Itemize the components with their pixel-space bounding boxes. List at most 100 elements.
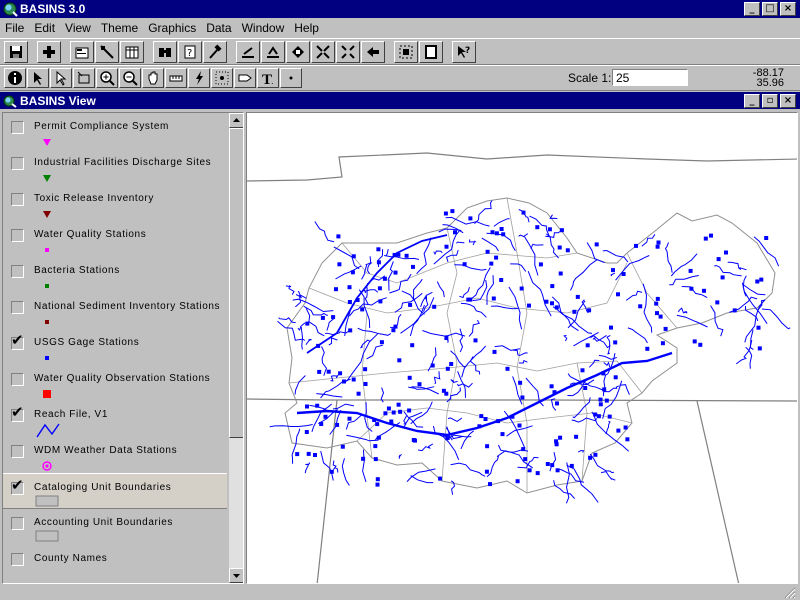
edit-legend-icon[interactable] <box>95 40 119 63</box>
gage-station-point[interactable] <box>485 444 490 449</box>
gage-station-point[interactable] <box>545 462 550 466</box>
gage-station-point[interactable] <box>377 286 382 291</box>
gage-station-point[interactable] <box>655 244 660 249</box>
text-tool-icon[interactable]: T. <box>257 68 279 88</box>
menu-edit[interactable]: Edit <box>29 21 60 35</box>
zoom-in-icon[interactable] <box>311 40 335 63</box>
toc-theme-item[interactable]: County Names <box>3 545 227 581</box>
gage-station-point[interactable] <box>550 301 554 306</box>
gage-station-point[interactable] <box>373 444 378 449</box>
gage-station-point[interactable] <box>342 379 346 384</box>
toc-theme-item[interactable]: Water Quality Observation Stations <box>3 365 227 401</box>
gage-station-point[interactable] <box>338 371 343 376</box>
gage-station-point[interactable] <box>444 244 449 249</box>
gage-station-point[interactable] <box>604 398 609 403</box>
gage-station-point[interactable] <box>510 414 515 419</box>
gage-station-point[interactable] <box>396 252 401 257</box>
hotlink-icon[interactable] <box>188 68 210 88</box>
gage-station-point[interactable] <box>306 451 311 456</box>
gage-station-point[interactable] <box>764 236 769 240</box>
gage-station-point[interactable] <box>538 262 543 267</box>
gage-station-point[interactable] <box>337 262 342 267</box>
theme-visibility-checkbox[interactable] <box>11 517 24 530</box>
gage-station-point[interactable] <box>552 390 557 395</box>
gage-station-point[interactable] <box>411 438 416 442</box>
theme-visibility-checkbox[interactable] <box>11 193 24 206</box>
theme-visibility-checkbox[interactable]: ✔ <box>11 405 24 422</box>
gage-station-point[interactable] <box>376 435 381 440</box>
theme-visibility-checkbox[interactable] <box>11 373 24 386</box>
gage-station-point[interactable] <box>494 231 499 236</box>
gage-station-point[interactable] <box>450 209 455 214</box>
gage-station-point[interactable] <box>535 225 540 230</box>
gage-station-point[interactable] <box>515 479 520 484</box>
gage-station-point[interactable] <box>655 311 659 316</box>
zoom-out-icon[interactable] <box>336 40 360 63</box>
area-of-interest-icon[interactable] <box>211 68 233 88</box>
gage-station-point[interactable] <box>445 366 450 371</box>
gage-station-point[interactable] <box>389 419 394 424</box>
scale-input[interactable] <box>612 69 688 86</box>
gage-station-point[interactable] <box>485 249 490 254</box>
gage-station-point[interactable] <box>441 388 446 393</box>
view-close-button[interactable]: × <box>780 93 796 108</box>
view-titlebar[interactable]: BASINS View _ ▫ × <box>0 92 800 109</box>
query-builder-icon[interactable]: ? <box>178 40 202 63</box>
gage-station-point[interactable] <box>443 211 448 216</box>
gage-station-point[interactable] <box>554 305 559 310</box>
toc-theme-item[interactable]: ✔ Cataloging Unit Boundaries <box>3 473 227 509</box>
toc-theme-item[interactable]: Permit Compliance System <box>3 113 227 149</box>
gage-station-point[interactable] <box>580 368 585 373</box>
app-titlebar[interactable]: BASINS 3.0 _ □ × <box>0 0 800 18</box>
gage-station-point[interactable] <box>393 270 398 275</box>
gage-station-point[interactable] <box>417 382 422 387</box>
gage-station-point[interactable] <box>430 363 435 368</box>
gage-station-point[interactable] <box>535 471 540 476</box>
gage-station-point[interactable] <box>549 384 554 389</box>
gage-station-point[interactable] <box>518 380 523 385</box>
toc-theme-item[interactable]: Industrial Facilities Discharge Sites <box>3 149 227 185</box>
zoom-out-tool-icon[interactable] <box>119 68 141 88</box>
toc-theme-item[interactable]: Bacteria Stations <box>3 257 227 293</box>
theme-properties-icon[interactable] <box>70 40 94 63</box>
menu-data[interactable]: Data <box>201 21 236 35</box>
theme-visibility-checkbox[interactable] <box>11 265 24 278</box>
gage-station-point[interactable] <box>611 268 615 273</box>
gage-station-point[interactable] <box>703 236 708 241</box>
map-canvas[interactable] <box>247 113 798 584</box>
gage-station-point[interactable] <box>473 338 478 343</box>
gage-station-point[interactable] <box>505 366 510 371</box>
label-icon[interactable] <box>234 68 256 88</box>
gage-station-point[interactable] <box>724 250 728 255</box>
gage-station-point[interactable] <box>527 303 531 308</box>
open-table-icon[interactable] <box>120 40 144 63</box>
gage-station-point[interactable] <box>598 402 603 407</box>
theme-visibility-checkbox[interactable] <box>11 553 24 566</box>
gage-station-point[interactable] <box>438 476 443 481</box>
gage-station-point[interactable] <box>492 349 497 354</box>
help-pointer-icon[interactable]: ? <box>452 40 476 63</box>
toc-theme-item[interactable]: Toxic Release Inventory <box>3 185 227 221</box>
view-restore-button[interactable]: ▫ <box>762 93 778 108</box>
map-display[interactable] <box>246 112 798 584</box>
theme-visibility-checkbox[interactable] <box>11 121 24 134</box>
gage-station-point[interactable] <box>372 418 377 422</box>
gage-station-point[interactable] <box>660 341 665 346</box>
gage-station-point[interactable] <box>356 391 361 396</box>
gage-station-point[interactable] <box>319 422 324 426</box>
gage-station-point[interactable] <box>609 325 613 330</box>
gage-station-point[interactable] <box>613 340 618 345</box>
gage-station-point[interactable] <box>351 377 356 382</box>
select-features-icon[interactable] <box>394 40 418 63</box>
gage-station-point[interactable] <box>360 307 365 312</box>
gage-station-point[interactable] <box>663 326 668 331</box>
gage-station-point[interactable] <box>335 422 340 427</box>
gage-station-point[interactable] <box>331 315 336 320</box>
gage-station-point[interactable] <box>392 252 397 257</box>
gage-station-point[interactable] <box>716 257 721 262</box>
gage-station-point[interactable] <box>523 457 528 462</box>
gage-station-point[interactable] <box>375 477 380 482</box>
gage-station-point[interactable] <box>334 287 338 292</box>
identify-icon[interactable] <box>4 68 26 88</box>
toc-scrollbar[interactable] <box>229 113 243 583</box>
